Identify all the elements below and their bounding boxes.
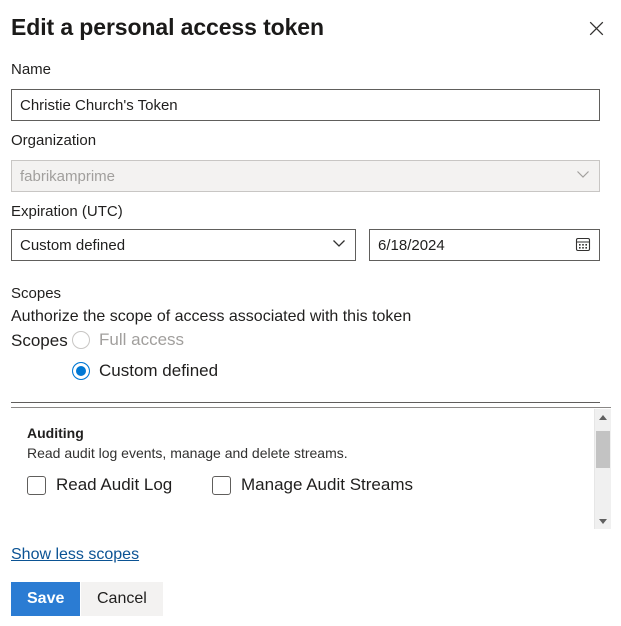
checkbox-manage-audit-streams[interactable]: Manage Audit Streams bbox=[212, 474, 413, 496]
checkbox-box-manage-audit-streams[interactable] bbox=[212, 476, 231, 495]
cancel-button[interactable]: Cancel bbox=[81, 582, 163, 616]
radio-option-full-access[interactable]: Full access bbox=[72, 329, 184, 351]
expiration-preset-dropdown[interactable]: Custom defined bbox=[11, 229, 356, 261]
chevron-down-icon bbox=[575, 166, 591, 187]
scopes-heading: Scopes bbox=[11, 284, 61, 304]
radio-option-custom-defined[interactable]: Custom defined bbox=[72, 360, 218, 382]
section-divider bbox=[11, 402, 600, 403]
scopes-description: Authorize the scope of access associated… bbox=[11, 306, 411, 327]
close-button[interactable] bbox=[582, 14, 610, 42]
scroll-down-arrow-icon[interactable] bbox=[595, 513, 611, 529]
scope-group-title: Auditing bbox=[27, 424, 589, 442]
checkbox-read-audit-log[interactable]: Read Audit Log bbox=[27, 474, 212, 496]
radio-label-full-access: Full access bbox=[99, 329, 184, 351]
checkbox-label-manage-audit-streams: Manage Audit Streams bbox=[241, 474, 413, 496]
expiration-label: Expiration (UTC) bbox=[11, 202, 123, 222]
scope-list-panel: Auditing Read audit log events, manage a… bbox=[11, 407, 611, 529]
checkbox-box-read-audit-log[interactable] bbox=[27, 476, 46, 495]
edit-personal-access-token-dialog: Edit a personal access token Name Organi… bbox=[0, 0, 621, 626]
scroll-up-arrow-icon[interactable] bbox=[595, 409, 611, 426]
scope-list-scrollbar[interactable] bbox=[594, 409, 611, 529]
radio-label-custom-defined: Custom defined bbox=[99, 360, 218, 382]
scope-checkbox-row: Read Audit Log Manage Audit Streams bbox=[27, 474, 589, 496]
organization-value: fabrikamprime bbox=[20, 168, 575, 185]
name-input[interactable] bbox=[11, 89, 600, 121]
radio-button-custom-defined[interactable] bbox=[72, 362, 90, 380]
name-label: Name bbox=[11, 60, 51, 80]
checkbox-label-read-audit-log: Read Audit Log bbox=[56, 474, 172, 496]
chevron-down-icon bbox=[331, 235, 347, 256]
organization-dropdown: fabrikamprime bbox=[11, 160, 600, 192]
expiration-preset-value: Custom defined bbox=[20, 237, 331, 254]
scope-group-auditing: Auditing Read audit log events, manage a… bbox=[11, 408, 589, 529]
calendar-picker-button[interactable] bbox=[571, 232, 595, 258]
expiration-date-field[interactable] bbox=[369, 229, 600, 261]
calendar-icon bbox=[575, 236, 591, 255]
save-button[interactable]: Save bbox=[11, 582, 80, 616]
expiration-date-input[interactable] bbox=[378, 237, 571, 254]
scope-group-description: Read audit log events, manage and delete… bbox=[27, 444, 589, 462]
organization-label: Organization bbox=[11, 131, 96, 151]
scopes-radio-group-label: Scopes bbox=[11, 330, 68, 352]
close-icon bbox=[589, 21, 604, 36]
scrollbar-thumb[interactable] bbox=[596, 431, 610, 468]
toggle-scopes-link[interactable]: Show less scopes bbox=[11, 544, 139, 565]
page-title: Edit a personal access token bbox=[11, 11, 610, 43]
radio-button-full-access bbox=[72, 331, 90, 349]
dialog-header: Edit a personal access token bbox=[11, 11, 610, 49]
